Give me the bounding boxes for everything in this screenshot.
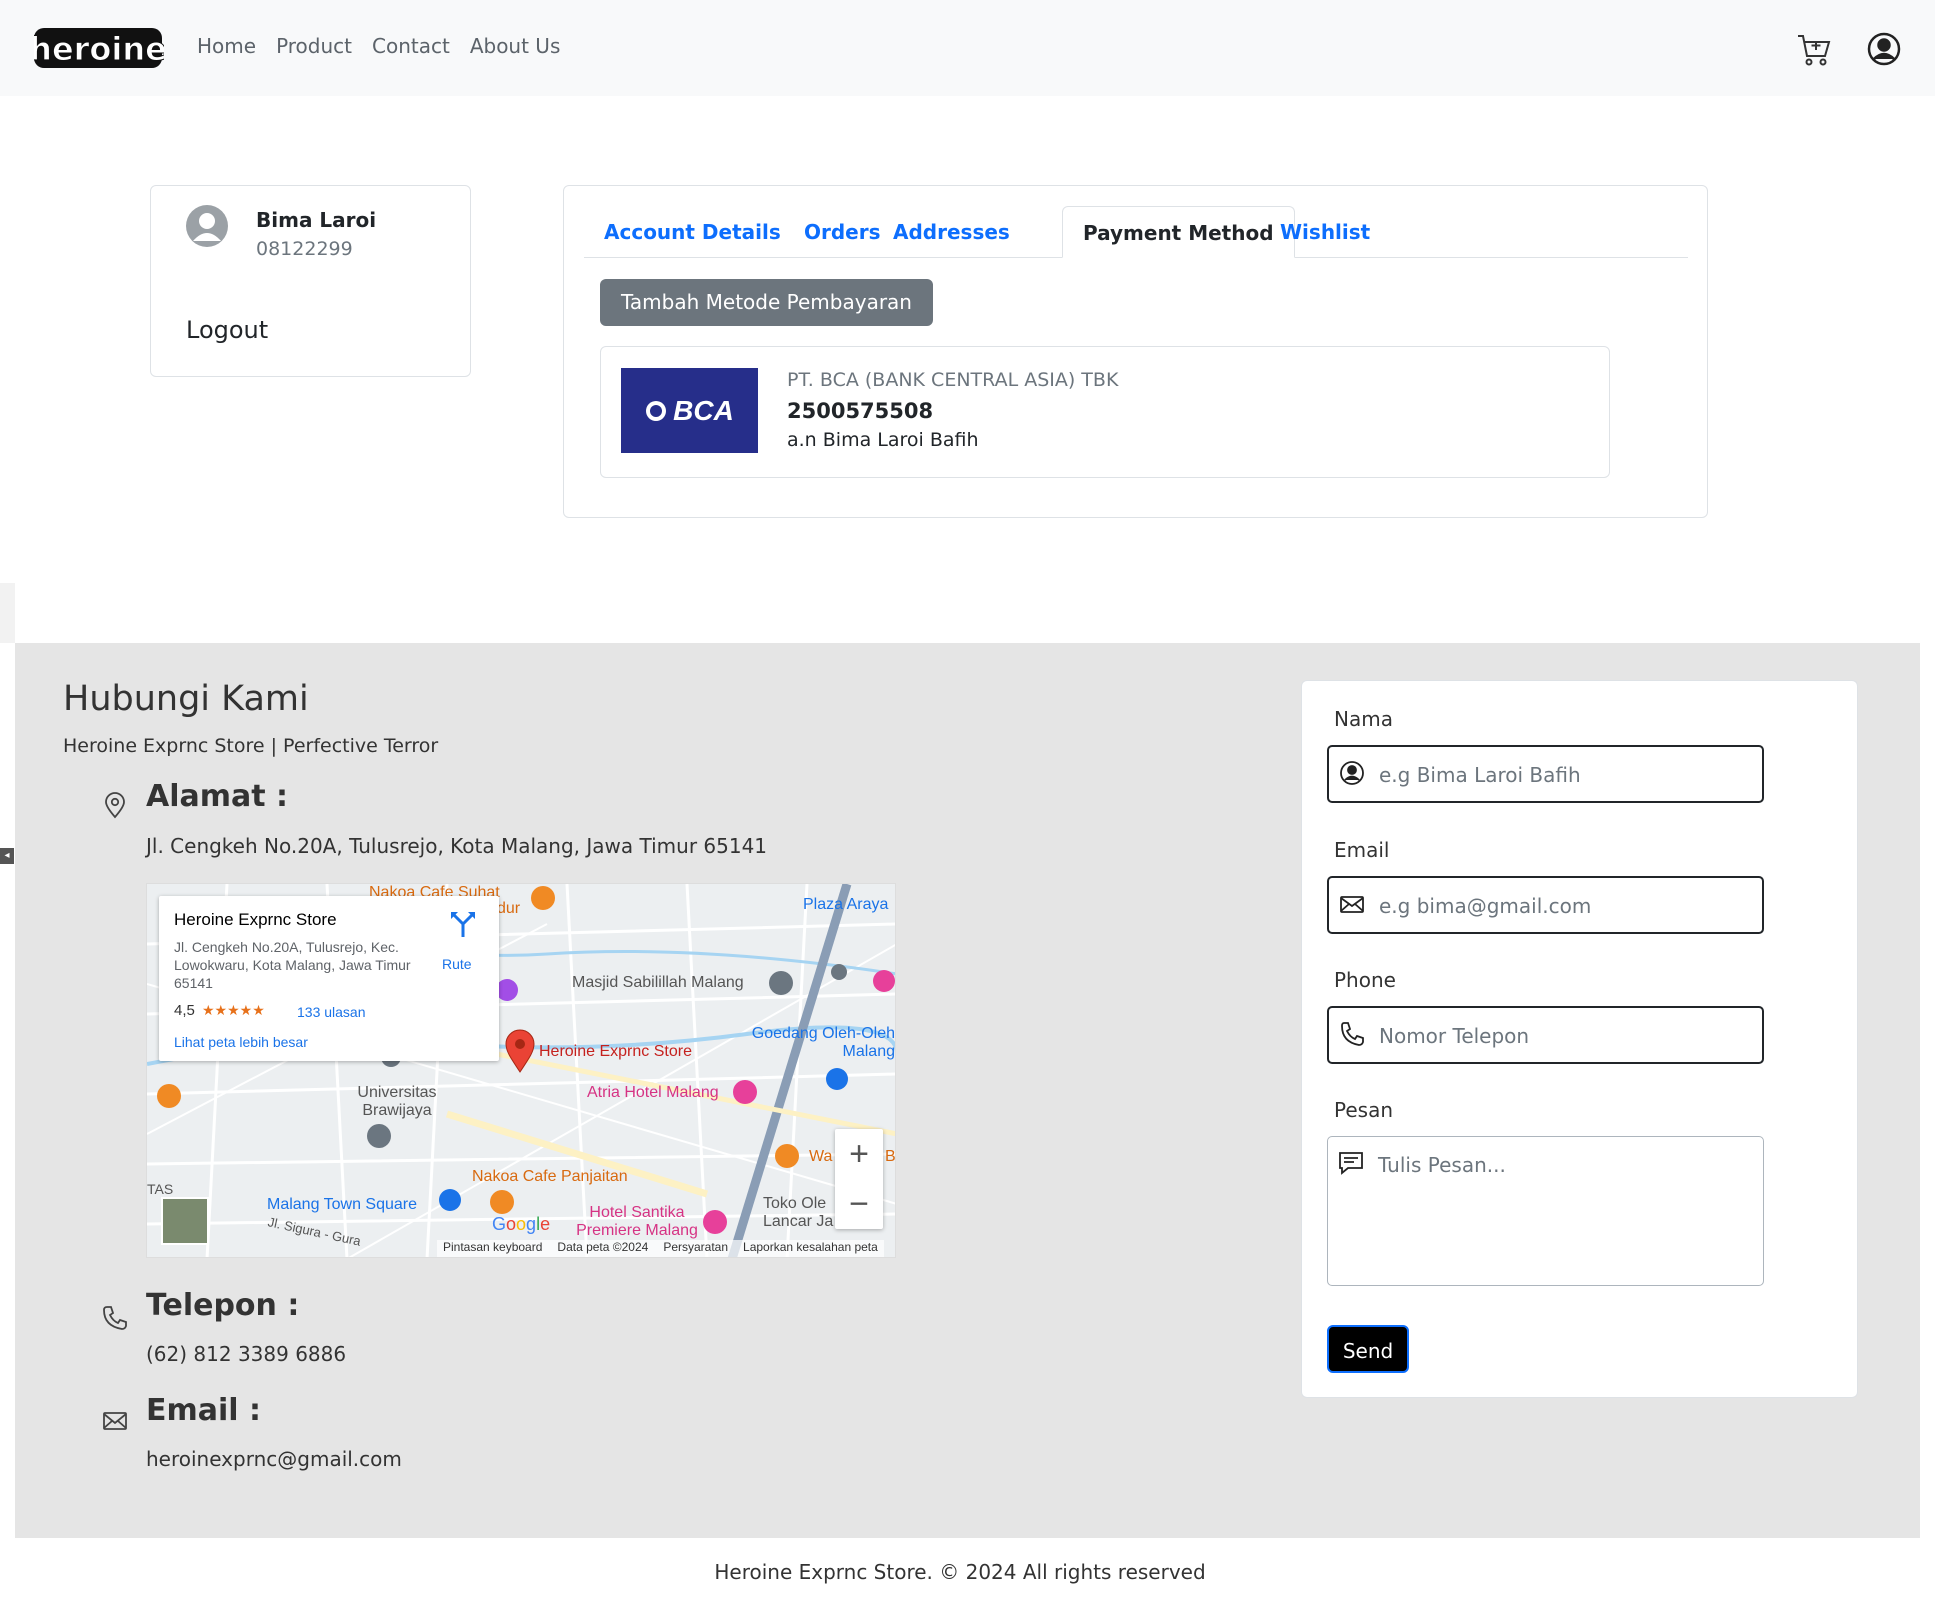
map-label-wa: Wa xyxy=(809,1148,833,1165)
popup-rating: 4,5 xyxy=(174,1002,195,1019)
popup-reviews-link[interactable]: 133 ulasan xyxy=(297,1004,366,1020)
message-textarea[interactable]: Tulis Pesan... xyxy=(1327,1136,1764,1286)
phone-icon xyxy=(101,1304,129,1332)
email-heading: Email : xyxy=(146,1393,262,1428)
map-label-goedang: Goedang Oleh-Oleh Malang xyxy=(751,1025,895,1060)
payment-method-card: BCA PT. BCA (BANK CENTRAL ASIA) TBK 2500… xyxy=(600,346,1610,478)
user-circle-icon xyxy=(1339,760,1365,786)
map-zoom-controls: + − xyxy=(835,1129,883,1229)
nav-links: Home Product Contact About Us xyxy=(197,34,580,58)
nav-link-product[interactable]: Product xyxy=(276,34,352,58)
account-panel: Account Details Orders Addresses Payment… xyxy=(563,185,1708,518)
envelope-icon xyxy=(101,1406,129,1434)
phone-field[interactable]: Nomor Telepon xyxy=(1327,1006,1764,1064)
logout-link[interactable]: Logout xyxy=(186,316,268,344)
profile-phone: 08122299 xyxy=(256,238,353,260)
name-label: Nama xyxy=(1334,707,1393,731)
contact-subtitle: Heroine Exprnc Store | Perfective Terror xyxy=(63,735,439,757)
contact-form: Nama e.g Bima Laroi Bafih Email e.g bima… xyxy=(1301,680,1858,1398)
nav-link-home[interactable]: Home xyxy=(197,34,256,58)
map-label-toko: Toko Ole Lancar Ja xyxy=(763,1195,834,1230)
send-button[interactable]: Send xyxy=(1327,1325,1409,1373)
bca-logo: BCA xyxy=(621,368,758,453)
map-label-nakoa-panjaitan: Nakoa Cafe Panjaitan xyxy=(472,1168,628,1185)
contact-section: Hubungi Kami Heroine Exprnc Store | Perf… xyxy=(15,643,1920,1538)
profile-name: Bima Laroi xyxy=(256,208,377,232)
location-pin-icon xyxy=(101,792,129,820)
tab-wishlist[interactable]: Wishlist xyxy=(1260,206,1390,258)
add-payment-method-button[interactable]: Tambah Metode Pembayaran xyxy=(600,279,933,326)
contact-title: Hubungi Kami xyxy=(63,679,309,719)
footer-copyright: Heroine Exprnc Store. © 2024 All rights … xyxy=(714,1560,1206,1584)
account-holder: a.n Bima Laroi Bafih xyxy=(787,429,979,451)
zoom-out-button[interactable]: − xyxy=(835,1179,883,1229)
map-label-universitas: Universitas Brawijaya xyxy=(357,1084,437,1119)
side-collapse-toggle[interactable]: ◂ xyxy=(0,848,14,864)
phone-label: Phone xyxy=(1334,968,1396,992)
google-logo: Google xyxy=(492,1214,551,1234)
phone-heading: Telepon : xyxy=(146,1288,300,1323)
navbar: heroine Home Product Contact About Us xyxy=(0,0,1935,96)
email-field[interactable]: e.g bima@gmail.com xyxy=(1327,876,1764,934)
zoom-in-button[interactable]: + xyxy=(835,1129,883,1179)
cart-plus-icon[interactable] xyxy=(1795,30,1833,68)
map-info-popup: Heroine Exprnc Store Jl. Cengkeh No.20A,… xyxy=(159,896,499,1061)
map-footer: Pintasan keyboard Data peta ©2024 Persya… xyxy=(437,1240,884,1257)
bank-name: PT. BCA (BANK CENTRAL ASIA) TBK xyxy=(787,369,1119,391)
chat-icon xyxy=(1338,1150,1364,1176)
map-label-malang-town: Malang Town Square xyxy=(267,1196,418,1213)
envelope-icon xyxy=(1339,891,1365,917)
email-label: Email xyxy=(1334,838,1390,862)
tab-addresses[interactable]: Addresses xyxy=(873,206,1030,258)
map-footer-terms[interactable]: Persyaratan xyxy=(663,1240,728,1257)
map-footer-data: Data peta ©2024 xyxy=(557,1240,649,1254)
map-label-masjid: Masjid Sabilillah Malang xyxy=(572,974,744,991)
popup-address: Jl. Cengkeh No.20A, Tulusrejo, Kec. Lowo… xyxy=(174,939,411,991)
email-value: heroinexprnc@gmail.com xyxy=(146,1447,402,1471)
map-label-atria: Atria Hotel Malang xyxy=(587,1084,719,1101)
tab-account-details[interactable]: Account Details xyxy=(584,206,801,258)
avatar-icon xyxy=(185,204,229,248)
message-label: Pesan xyxy=(1334,1098,1394,1122)
map-label-plaza-araya: Plaza Araya xyxy=(803,896,889,913)
map-label-store: Heroine Exprnc Store xyxy=(539,1043,692,1060)
nav-link-contact[interactable]: Contact xyxy=(372,34,450,58)
map-label-b: B xyxy=(885,1148,896,1165)
address-value: Jl. Cengkeh No.20A, Tulusrejo, Kota Mala… xyxy=(146,834,768,858)
phone-value: (62) 812 3389 6886 xyxy=(146,1342,347,1366)
directions-link[interactable]: Rute xyxy=(442,956,472,972)
account-number: 2500575508 xyxy=(787,399,934,423)
view-larger-map-link[interactable]: Lihat peta lebih besar xyxy=(174,1034,308,1050)
embedded-map[interactable]: Nakoa Cafe Suhat dur Plaza Araya Masjid … xyxy=(146,883,896,1258)
store-location-marker[interactable] xyxy=(505,1029,535,1073)
popup-title: Heroine Exprnc Store xyxy=(174,910,337,929)
address-heading: Alamat : xyxy=(146,779,289,814)
user-circle-icon[interactable] xyxy=(1865,30,1903,68)
brand-logo[interactable]: heroine xyxy=(29,24,167,72)
profile-card: Bima Laroi 08122299 Logout xyxy=(150,185,471,377)
side-edge-panel xyxy=(0,583,15,643)
svg-text:heroine: heroine xyxy=(34,30,164,68)
map-label-tas: TAS xyxy=(147,1181,174,1197)
map-footer-shortcuts[interactable]: Pintasan keyboard xyxy=(443,1240,542,1257)
popup-stars: ★★★★★ xyxy=(202,1002,265,1018)
name-field[interactable]: e.g Bima Laroi Bafih xyxy=(1327,745,1764,803)
map-footer-report[interactable]: Laporkan kesalahan peta xyxy=(743,1240,878,1257)
map-label-hotel-santika: Hotel Santika Premiere Malang xyxy=(576,1204,698,1239)
map-label-dur: dur xyxy=(497,900,521,917)
directions-icon[interactable] xyxy=(449,910,477,938)
account-tabs: Account Details Orders Addresses Payment… xyxy=(584,206,1688,258)
phone-icon xyxy=(1339,1021,1365,1047)
satellite-toggle[interactable] xyxy=(161,1197,209,1245)
nav-link-about[interactable]: About Us xyxy=(470,34,561,58)
